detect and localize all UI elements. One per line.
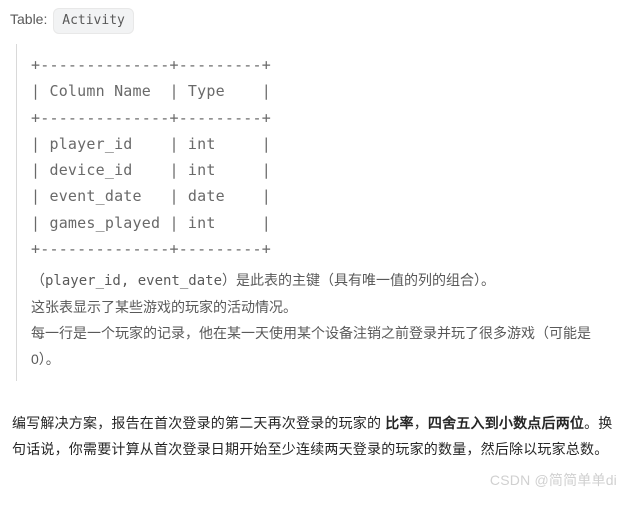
emphasis-ratio: 比率 [385, 415, 413, 431]
task-paragraph: 编写解决方案，报告在首次登录的第二天再次登录的玩家的 比率，四舍五入到小数点后两… [10, 411, 625, 463]
pk-columns: player_id, event_date [45, 273, 222, 289]
ascii-table: +--------------+---------+ | Column Name… [31, 52, 613, 262]
watermark: CSDN @简简单单di [490, 469, 617, 493]
schema-description: （player_id, event_date）是此表的主键（具有唯一值的列的组合… [31, 268, 613, 373]
emphasis-round: 四舍五入到小数点后两位 [428, 415, 584, 431]
table-intro: Table: Activity [10, 8, 625, 34]
table-label: Table: [10, 11, 47, 27]
schema-block: +--------------+---------+ | Column Name… [16, 44, 625, 381]
table-name-pill: Activity [53, 8, 134, 34]
